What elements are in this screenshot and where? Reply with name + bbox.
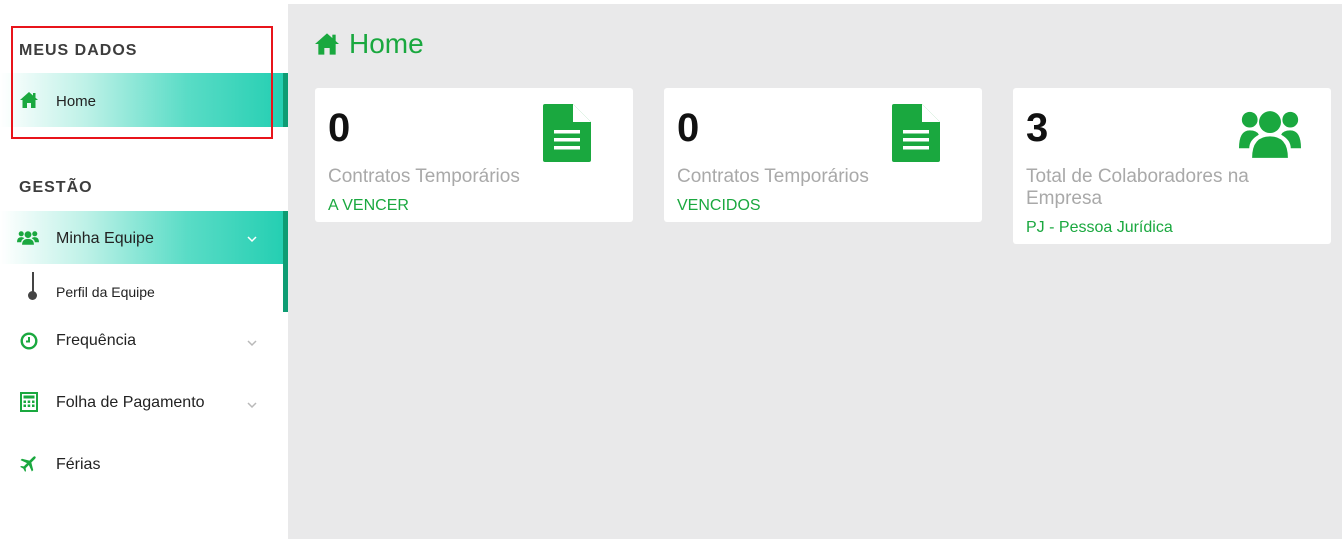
sidebar: MEUS DADOS Home GESTÃO Minha Equipe Perf… <box>0 0 288 539</box>
card-link[interactable]: VENCIDOS <box>677 197 761 215</box>
document-icon <box>543 104 591 167</box>
airplane-icon <box>18 452 40 474</box>
card-contratos-vencidos[interactable]: 0 Contratos Temporários VENCIDOS <box>664 88 982 222</box>
card-description: Total de Colaboradores na Empresa <box>1026 166 1249 209</box>
home-icon <box>315 33 339 55</box>
page-title: Home <box>313 28 424 60</box>
card-contratos-a-vencer[interactable]: 0 Contratos Temporários A VENCER <box>315 88 633 222</box>
chevron-down-icon <box>244 397 260 413</box>
sidebar-item-minha-equipe[interactable]: Minha Equipe <box>0 211 288 264</box>
users-icon <box>17 227 39 249</box>
document-icon <box>892 104 940 167</box>
section-title-meus-dados: MEUS DADOS <box>19 42 138 59</box>
sidebar-item-label: Folha de Pagamento <box>56 394 205 411</box>
card-link[interactable]: PJ - Pessoa Jurídica <box>1026 219 1173 237</box>
main-content: Home 0 Contratos Temporários A VENCER 0 … <box>288 4 1342 539</box>
card-description: Contratos Temporários <box>677 166 869 187</box>
sidebar-item-label: Minha Equipe <box>56 230 154 247</box>
home-icon <box>18 89 40 111</box>
sidebar-item-frequencia[interactable]: Frequência <box>0 316 288 366</box>
sidebar-item-label: Frequência <box>56 332 137 349</box>
sidebar-item-label: Home <box>56 93 97 110</box>
page-title-text: Home <box>349 28 424 59</box>
section-title-gestao: GESTÃO <box>19 179 93 196</box>
card-value: 3 <box>1026 106 1049 150</box>
card-value: 0 <box>677 106 700 150</box>
clock-icon <box>18 330 40 352</box>
chevron-down-icon <box>244 335 260 351</box>
sidebar-item-ferias[interactable]: Férias <box>0 438 288 488</box>
subitem-label: Perfil da Equipe <box>56 284 155 300</box>
chevron-down-icon <box>244 231 260 247</box>
card-total-colaboradores[interactable]: 3 Total de Colaboradores na Empresa PJ -… <box>1013 88 1331 244</box>
card-value: 0 <box>328 106 351 150</box>
users-icon <box>1239 106 1301 167</box>
calculator-icon <box>18 391 40 413</box>
card-description: Contratos Temporários <box>328 166 520 187</box>
card-link[interactable]: A VENCER <box>328 197 409 215</box>
sidebar-item-label: Férias <box>56 456 101 473</box>
tree-dot <box>28 291 37 300</box>
sidebar-item-folha-pagamento[interactable]: Folha de Pagamento <box>0 377 288 427</box>
sidebar-item-home[interactable]: Home <box>0 73 288 127</box>
sidebar-subitem-perfil-equipe[interactable]: Perfil da Equipe <box>0 264 288 312</box>
